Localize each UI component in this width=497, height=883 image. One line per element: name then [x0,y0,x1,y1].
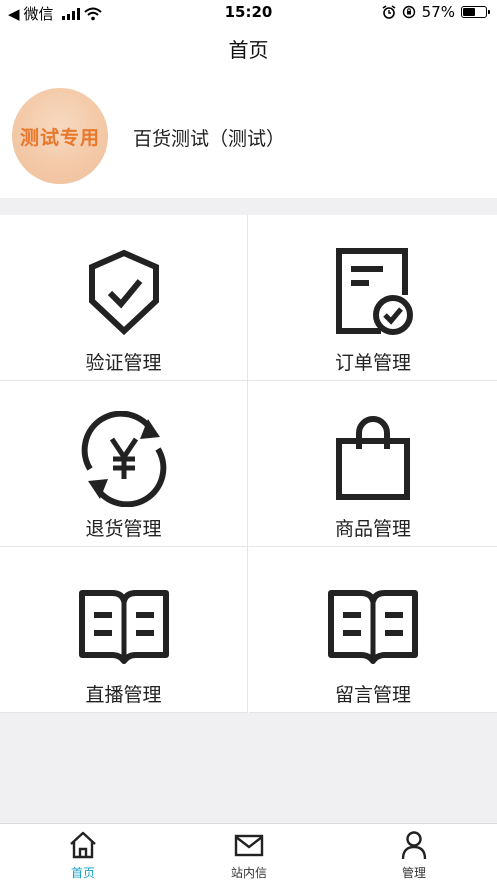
menu-label: 退货管理 [85,518,162,540]
menu-item-products[interactable]: 商品管理 [249,381,497,547]
status-bar: ◀ 微信 15:20 57% [0,0,497,26]
menu-label: 商品管理 [334,518,411,540]
store-logo: 测试专用 [12,88,108,184]
store-name: 百货测试（测试） [133,128,286,150]
menu-item-livestream[interactable]: 直播管理 [0,547,248,713]
shopping-bag-icon [336,416,410,500]
yen-refresh-icon [81,411,166,507]
alarm-icon [382,5,396,19]
menu-label: 订单管理 [334,352,411,374]
tab-label: 站内信 [230,866,267,880]
shield-check-icon [88,249,159,336]
tab-bar: 首页 站内信 管理 [0,823,497,883]
battery-icon [461,6,490,18]
mail-icon [234,834,264,857]
tab-label: 管理 [401,866,426,880]
open-book-icon [328,590,418,664]
app-screen: ◀ 微信 15:20 57% 首页 测试专用 百货测试（测试） 验证管理 订单管… [0,0,497,883]
page-title: 首页 [228,38,269,62]
open-book-icon [78,590,169,664]
menu-label: 留言管理 [334,684,411,706]
menu-item-orders[interactable]: 订单管理 [249,215,497,381]
menu-label: 直播管理 [85,684,162,706]
nav-bar: 首页 [0,26,497,74]
menu-item-messages[interactable]: 留言管理 [249,547,497,713]
tab-inbox[interactable]: 站内信 [166,824,332,883]
menu-label: 验证管理 [85,352,162,374]
tab-label: 首页 [70,866,95,880]
tab-home[interactable]: 首页 [0,824,166,883]
home-icon [70,831,96,859]
menu-item-verification[interactable]: 验证管理 [0,215,248,381]
user-icon [401,831,427,860]
menu-item-returns[interactable]: 退货管理 [0,381,248,547]
store-logo-text: 测试专用 [19,126,100,149]
status-right: 57% [382,3,490,21]
menu-grid: 验证管理 订单管理 退货管理 商品管理 直播管理 留言管理 [0,215,497,713]
order-document-icon [336,248,413,335]
orientation-lock-icon [402,5,415,19]
tab-manage[interactable]: 管理 [331,824,497,883]
battery-percent: 57% [421,3,455,21]
store-profile[interactable]: 测试专用 百货测试（测试） [0,74,497,198]
